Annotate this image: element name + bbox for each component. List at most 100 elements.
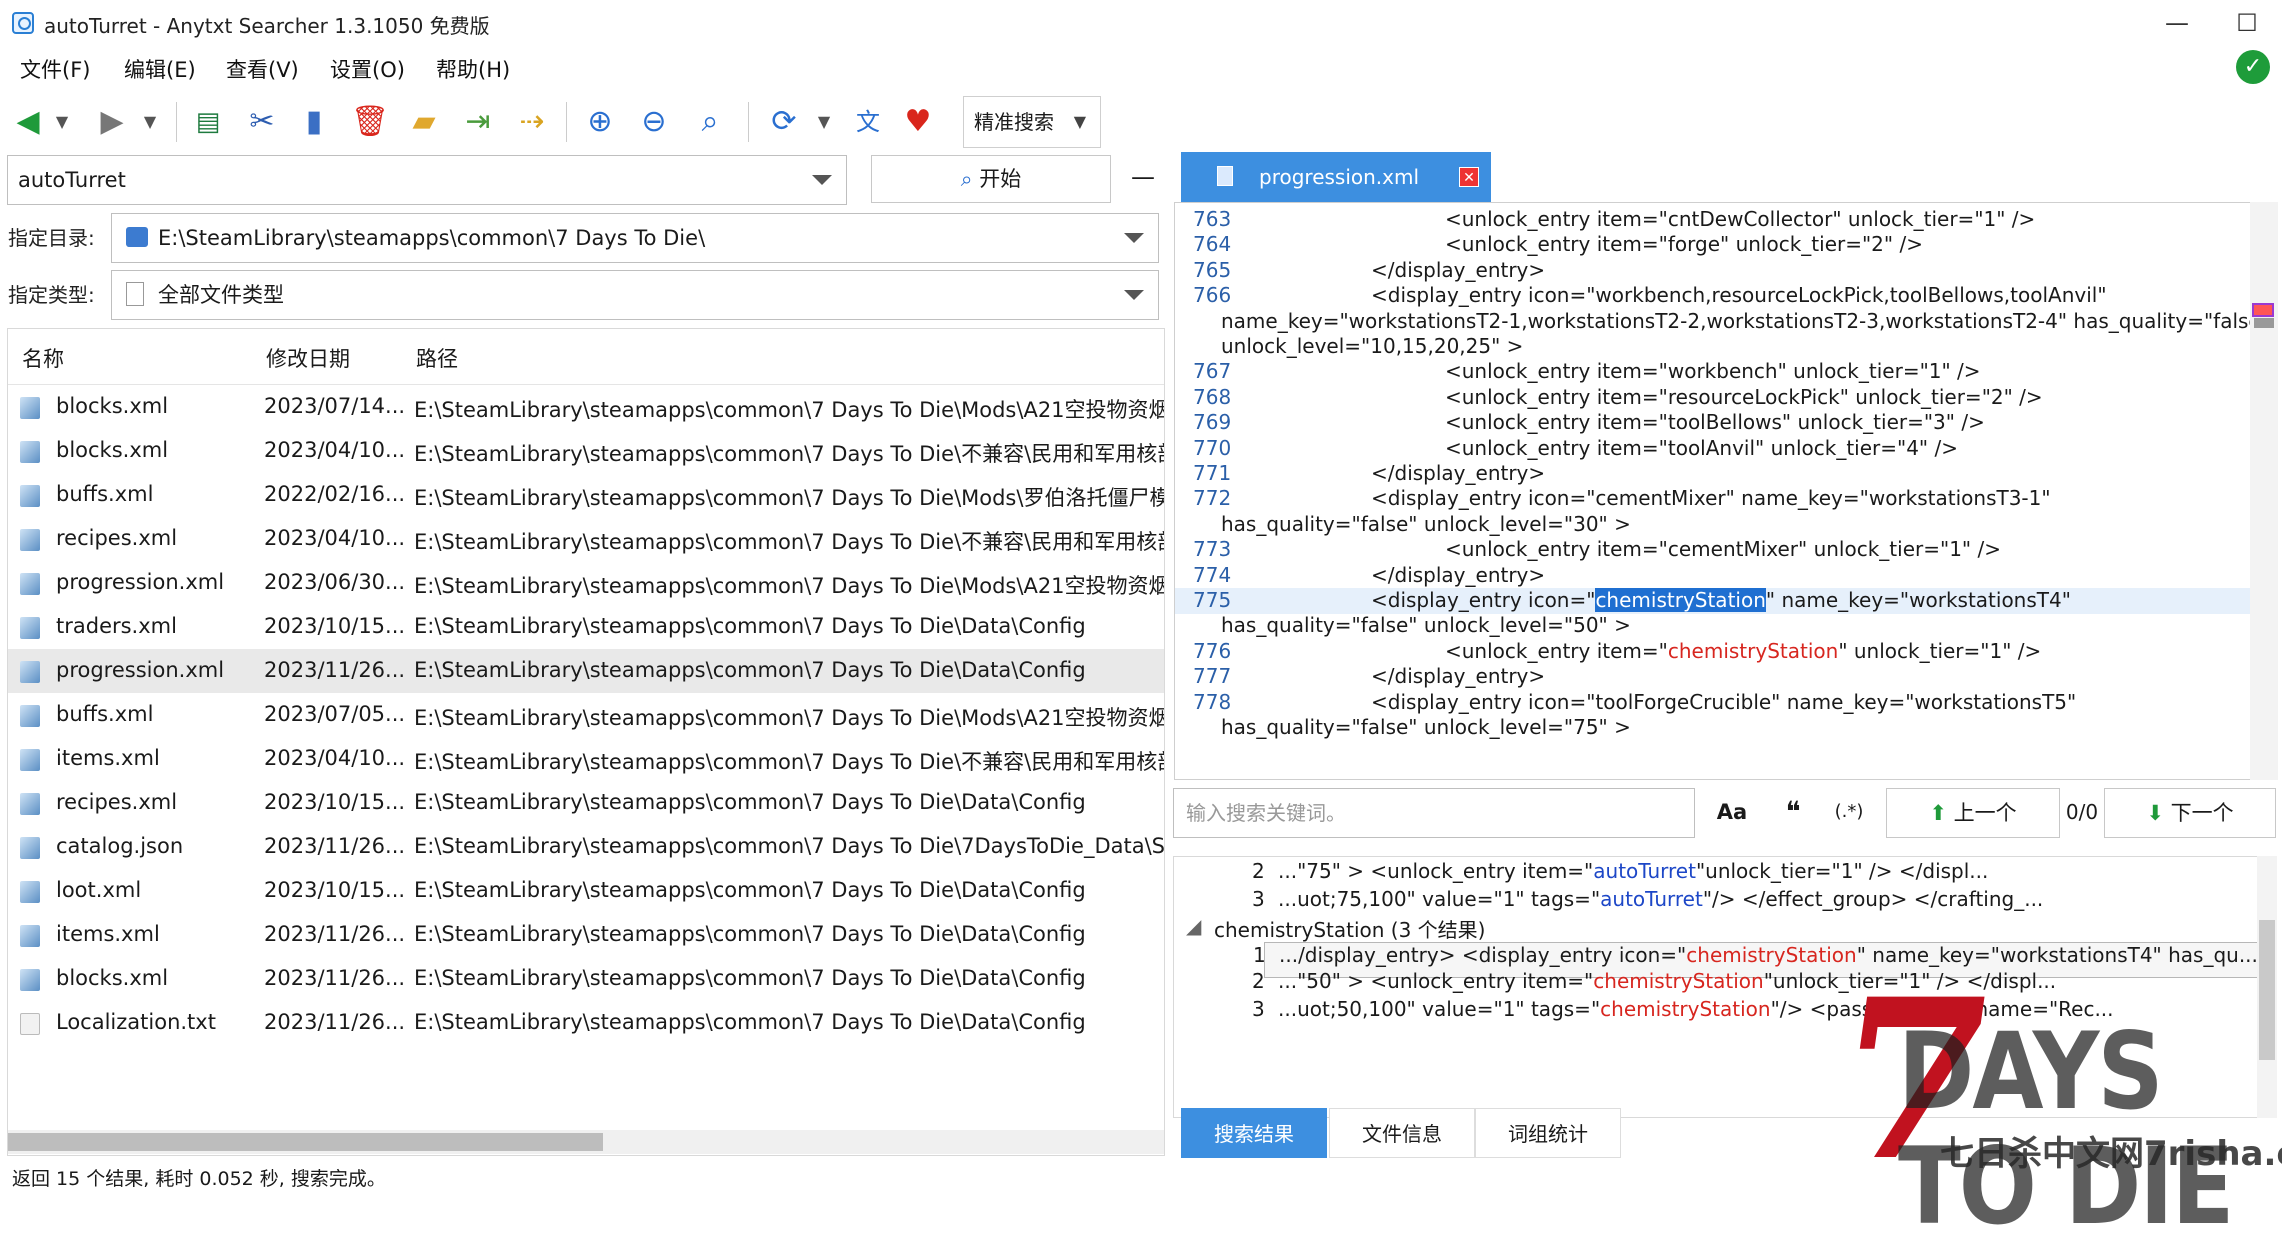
menu-item-2[interactable]: 查看(V) (226, 54, 299, 84)
result-name: loot.xml (56, 878, 142, 902)
copy-icon[interactable]: ▮ (294, 100, 334, 144)
minimize-button[interactable]: — (2142, 0, 2212, 46)
open-folder-icon[interactable]: ▰ (404, 100, 444, 144)
scrollbar-thumb[interactable] (8, 1133, 603, 1151)
code-line: 771 </display_entry> (1175, 461, 2277, 487)
file-preview-editor[interactable]: 763 <unlock_entry item="cntDewCollector" … (1174, 202, 2278, 780)
whole-word-toggle[interactable]: ❝ (1766, 788, 1820, 838)
code-line: 773 <unlock_entry item="cementMixer" unlo… (1175, 537, 2277, 563)
scrollbar-thumb[interactable] (2254, 318, 2274, 328)
result-row[interactable]: buffs.xml 2022/02/16... E:\SteamLibrary\st… (8, 473, 1165, 517)
window-title: autoTurret - Anytxt Searcher 1.3.1050 免费… (44, 14, 490, 38)
xml-file-icon (20, 573, 40, 595)
expand-triangle-icon[interactable]: ◢ (1186, 914, 1201, 938)
result-row[interactable]: items.xml 2023/04/10... E:\SteamLibrary\st… (8, 737, 1164, 781)
menu-item-3[interactable]: 设置(O) (330, 54, 405, 84)
line-number: 766 (1193, 283, 1232, 308)
xml-file-icon (20, 397, 40, 419)
result-date: 2023/11/26... (264, 966, 406, 990)
code-text: <display_entry icon="toolForgeCrucible" … (1371, 689, 2077, 714)
refresh-icon[interactable]: ⟳ (764, 100, 804, 144)
maximize-button[interactable]: ☐ (2212, 0, 2282, 46)
column-header-name[interactable]: 名称 (22, 343, 64, 373)
hit-snippet: .../display_entry> <display_entry icon="… (1279, 942, 2258, 967)
result-row[interactable]: items.xml 2023/11/26... E:\SteamLibrary\st… (8, 913, 1164, 957)
code-text: <unlock_entry item="resourceLockPick" un… (1445, 384, 2043, 409)
column-header-path[interactable]: 路径 (416, 343, 458, 373)
match-case-toggle[interactable]: Aa (1700, 788, 1764, 838)
heart-icon[interactable]: ♥ (898, 100, 938, 144)
regex-toggle[interactable]: (.*) (1820, 788, 1878, 838)
tab-search-results[interactable]: 搜索结果 (1181, 1108, 1327, 1158)
menu-item-1[interactable]: 编辑(E) (124, 54, 196, 84)
next-match-button[interactable]: ⬇ 下一个 (2104, 788, 2276, 838)
chevron-down-icon[interactable] (1124, 233, 1144, 243)
column-header-date[interactable]: 修改日期 (266, 343, 350, 373)
menu-item-0[interactable]: 文件(F) (20, 54, 90, 84)
tab-file-info[interactable]: 文件信息 (1329, 1108, 1475, 1158)
forward-dropdown-icon[interactable]: ▼ (130, 100, 170, 144)
dir-select[interactable]: E:\SteamLibrary\steamapps\common\7 Days … (111, 213, 1159, 263)
result-date: 2023/11/26... (264, 1010, 406, 1034)
move-icon[interactable]: ⇢ (512, 100, 552, 144)
menu-item-4[interactable]: 帮助(H) (436, 54, 510, 84)
tab-progression-xml[interactable]: progression.xml ✕ (1181, 152, 1491, 202)
code-text: name_key="workstationsT2-1,workstationsT… (1221, 308, 2270, 333)
result-row[interactable]: blocks.xml 2023/07/14... E:\SteamLibrary\s… (8, 385, 1164, 429)
translate-icon[interactable]: 文 (848, 100, 888, 144)
result-name: buffs.xml (56, 702, 154, 726)
keyword-hit: autoTurret (1593, 859, 1696, 883)
chevron-down-icon[interactable] (1124, 290, 1144, 300)
export-icon[interactable]: ⇥ (458, 100, 498, 144)
result-row[interactable]: progression.xml 2023/06/30... E:\SteamLibr… (8, 561, 1164, 605)
result-row[interactable]: recipes.xml 2023/04/10... E:\SteamLibrary\… (8, 517, 1164, 561)
close-icon[interactable]: ✕ (1459, 167, 1479, 187)
result-row[interactable]: traders.xml 2023/10/15... E:\SteamLibrary\… (8, 605, 1164, 649)
line-number: 768 (1193, 384, 1232, 409)
search-mode-select[interactable]: 精准搜索 ▼ (963, 96, 1101, 148)
collapse-button[interactable]: — (1128, 162, 1158, 192)
result-path: E:\SteamLibrary\steamapps\common\7 Days … (414, 658, 1086, 682)
result-row[interactable]: catalog.json 2023/11/26... E:\SteamLibrary… (8, 825, 1164, 869)
xml-file-icon (20, 793, 40, 815)
result-row[interactable]: recipes.xml 2023/10/15... E:\SteamLibrary\… (8, 781, 1164, 825)
result-path: E:\SteamLibrary\steamapps\common\7 Days … (414, 486, 1165, 510)
code-text: </display_entry> (1371, 257, 1546, 282)
cut-icon[interactable]: ✂ (242, 100, 282, 144)
search-icon[interactable]: ⌕ (690, 100, 730, 144)
search-query-input[interactable]: autoTurret (7, 155, 847, 205)
hit-index: 2 (1252, 969, 1265, 993)
find-in-file-input[interactable]: 输入搜索关键词。 (1173, 788, 1695, 838)
export-excel-icon[interactable]: ▤ (188, 100, 228, 144)
type-select[interactable]: 全部文件类型 (111, 270, 1159, 320)
line-number: 763 (1193, 207, 1232, 231)
hit-index: 1 (1253, 942, 1266, 967)
refresh-dropdown-icon[interactable]: ▼ (804, 100, 844, 144)
result-path: E:\SteamLibrary\steamapps\common\7 Days … (414, 614, 1086, 638)
code-text: </display_entry> (1371, 562, 1546, 587)
result-path: E:\SteamLibrary\steamapps\common\7 Days … (414, 442, 1165, 466)
forward-arrow-icon[interactable]: ▶ (92, 100, 132, 144)
zoom-in-icon[interactable]: ⊕ (580, 100, 620, 144)
delete-icon[interactable]: 🗑 (350, 100, 390, 144)
previous-match-button[interactable]: ⬆ 上一个 (1886, 788, 2060, 838)
chevron-down-icon[interactable] (812, 175, 832, 185)
code-line: 764 <unlock_entry item="forge" unlock_tie… (1175, 232, 2277, 258)
result-row[interactable]: progression.xml 2023/11/26... E:\SteamLibr… (8, 649, 1164, 693)
result-row[interactable]: blocks.xml 2023/04/10... E:\SteamLibrary\s… (8, 429, 1165, 473)
result-row[interactable]: loot.xml 2023/10/15... E:\SteamLibrary\ste… (8, 869, 1164, 913)
result-row[interactable]: Localization.txt 2023/11/26... E:\SteamLib… (8, 1001, 1164, 1045)
code-text: <unlock_entry item="chemistryStation" un… (1445, 638, 2042, 663)
code-line: has_quality="false" unlock_level="50" > (1175, 613, 2277, 639)
xml-file-icon (20, 749, 40, 771)
tab-phrase-stats[interactable]: 词组统计 (1475, 1108, 1621, 1158)
json-file-icon (20, 837, 40, 859)
result-row[interactable]: blocks.xml 2023/11/26... E:\SteamLibrary\s… (8, 957, 1164, 1001)
result-row[interactable]: buffs.xml 2023/07/05... E:\SteamLibrary\st… (8, 693, 1164, 737)
back-dropdown-icon[interactable]: ▼ (42, 100, 82, 144)
editor-scrollbar[interactable] (2250, 202, 2278, 780)
zoom-out-icon[interactable]: ⊖ (634, 100, 674, 144)
start-search-button[interactable]: ⌕ 开始 (871, 155, 1111, 203)
xml-file-icon (20, 705, 40, 727)
code-text: has_quality="false" unlock_level="75" > (1221, 715, 1631, 739)
